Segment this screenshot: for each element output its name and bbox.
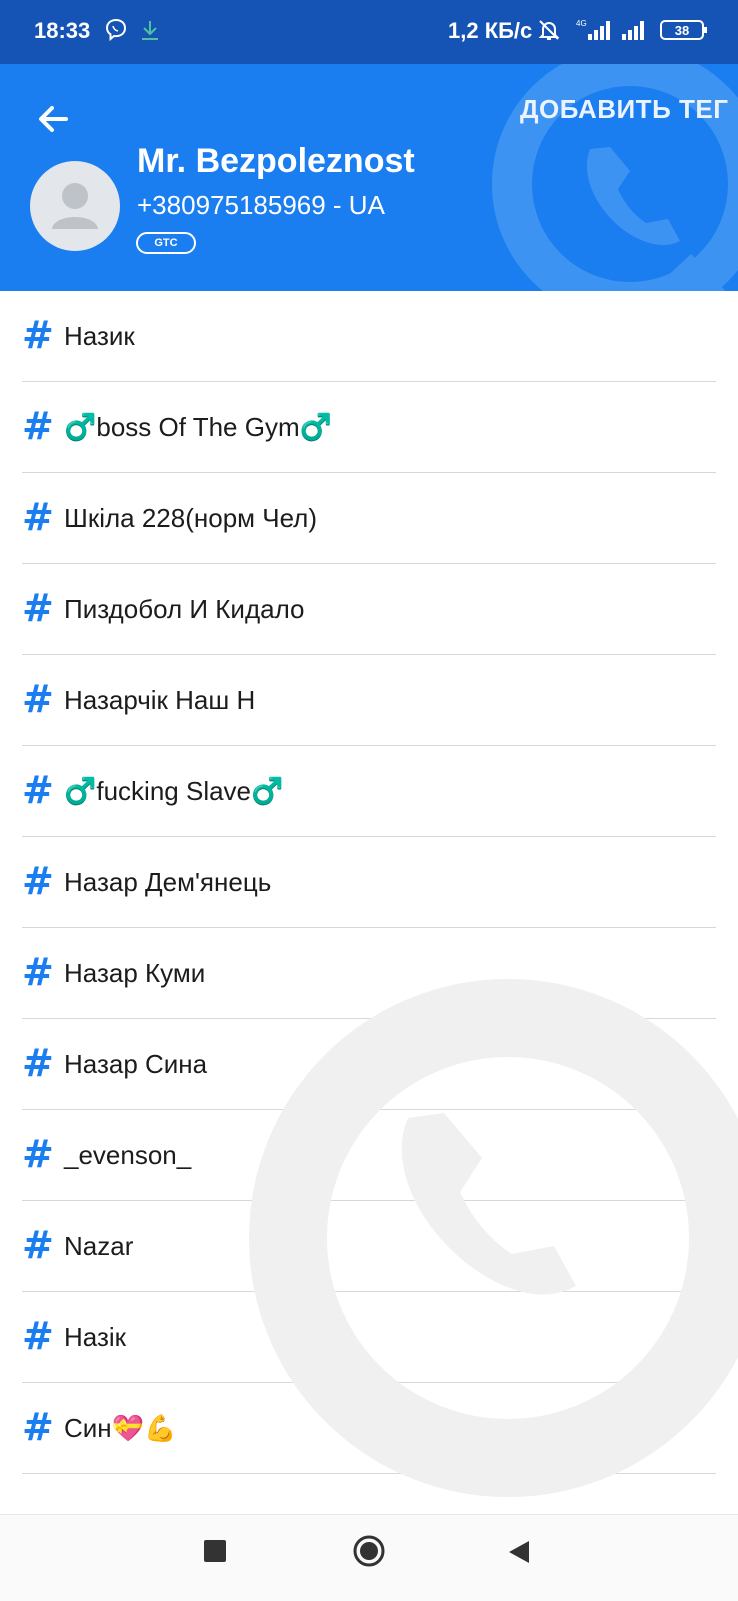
- recent-apps-button[interactable]: [204, 1540, 226, 1567]
- avatar: [30, 161, 120, 251]
- tag-label: Син💝💪: [64, 1413, 177, 1443]
- tag-row[interactable]: # Назарчік Наш Н: [22, 655, 716, 746]
- tag-label: Назарчік Наш Н: [64, 685, 256, 715]
- status-bar: 18:33 1,2 КБ/с 4G 38: [0, 0, 738, 64]
- contact-name: Mr. Bezpoleznost: [137, 142, 415, 180]
- contact-header: ДОБАВИТЬ ТЕГ Mr. Bezpoleznost +380975185…: [0, 64, 738, 291]
- hash-icon: #: [22, 313, 54, 357]
- network-type-label: 4G: [576, 19, 587, 28]
- tag-label: _evenson_: [64, 1140, 192, 1170]
- add-tag-button[interactable]: ДОБАВИТЬ ТЕГ: [520, 94, 728, 125]
- signal-icon: [620, 18, 650, 47]
- tag-label: Пиздобол И Кидало: [64, 594, 305, 624]
- hash-icon: #: [22, 950, 54, 994]
- tag-list: # Назик # ♂️boss Of The Gym♂️ # Шкіла 228(н…: [0, 291, 738, 1474]
- tag-row[interactable]: # ♂️fucking Slave♂️: [22, 746, 716, 837]
- tag-label: Назар Сина: [64, 1049, 208, 1079]
- battery-level: 38: [675, 23, 689, 38]
- hash-icon: #: [22, 859, 54, 903]
- contact-phone: +380975185969 - UA: [137, 190, 385, 220]
- hash-icon: #: [22, 1314, 54, 1358]
- hash-icon: #: [22, 1132, 54, 1176]
- tag-row[interactable]: # ♂️boss Of The Gym♂️: [22, 382, 716, 473]
- tag-label: ♂️boss Of The Gym♂️: [64, 412, 332, 442]
- hash-icon: #: [22, 677, 54, 721]
- tag-row[interactable]: # Назик: [22, 291, 716, 382]
- tag-row[interactable]: # Назік: [22, 1292, 716, 1383]
- triangle-back-icon: [509, 1541, 529, 1563]
- hash-icon: #: [22, 768, 54, 812]
- hash-icon: #: [22, 1405, 54, 1449]
- viber-icon: [104, 18, 128, 47]
- tag-row[interactable]: # Син💝💪: [22, 1383, 716, 1474]
- tag-row[interactable]: # Назар Куми: [22, 928, 716, 1019]
- tag-label: Назар Дем'янець: [64, 867, 272, 897]
- tag-label: Шкіла 228(норм Чел): [64, 503, 318, 533]
- network-speed: 1,2 КБ/с: [448, 18, 533, 43]
- home-button[interactable]: [352, 1534, 386, 1573]
- tag-label: ♂️fucking Slave♂️: [64, 776, 284, 806]
- tag-label: Назик: [64, 321, 135, 351]
- status-time: 18:33: [34, 18, 91, 43]
- tag-row[interactable]: # Назар Дем'янець: [22, 837, 716, 928]
- tag-row[interactable]: # Шкіла 228(норм Чел): [22, 473, 716, 564]
- hash-icon: #: [22, 1223, 54, 1267]
- nav-back-button[interactable]: [507, 1539, 531, 1570]
- battery-icon: 38: [660, 18, 708, 47]
- person-placeholder-icon: [52, 183, 98, 229]
- tag-row[interactable]: # Назар Сина: [22, 1019, 716, 1110]
- back-button[interactable]: [30, 96, 76, 142]
- bell-muted-icon: [537, 18, 561, 47]
- tag-row[interactable]: # _evenson_: [22, 1110, 716, 1201]
- tag-row[interactable]: # Nazar: [22, 1201, 716, 1292]
- hash-icon: #: [22, 586, 54, 630]
- circle-icon: [353, 1535, 385, 1567]
- system-nav-bar: [0, 1514, 738, 1601]
- tag-label: Назік: [64, 1322, 127, 1352]
- tag-label: Назар Куми: [64, 958, 206, 988]
- hash-icon: #: [22, 495, 54, 539]
- download-icon: [138, 18, 162, 47]
- hash-icon: #: [22, 1041, 54, 1085]
- tag-row[interactable]: # Пиздобол И Кидало: [22, 564, 716, 655]
- hash-icon: #: [22, 404, 54, 448]
- tag-label: Nazar: [64, 1231, 134, 1261]
- square-icon: [204, 1540, 226, 1562]
- arrow-left-icon: [39, 106, 68, 132]
- signal-4g-icon: 4G: [574, 18, 614, 47]
- carrier-badge: GTC: [136, 232, 196, 254]
